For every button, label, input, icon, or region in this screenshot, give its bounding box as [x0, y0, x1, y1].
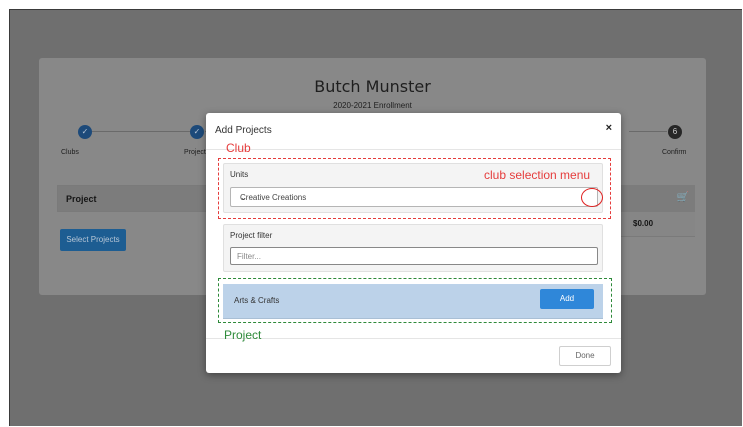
cart-icon: 🛒 [676, 192, 689, 203]
select-projects-button[interactable]: Select Projects [60, 229, 126, 251]
modal-title: Add Projects [215, 125, 272, 136]
project-column-label: Project [66, 194, 97, 204]
step-projects-check-icon: ✓ [190, 125, 204, 139]
done-button[interactable]: Done [559, 346, 611, 366]
cart-header: 🛒 [621, 185, 695, 212]
step-label-clubs: Clubs [61, 149, 79, 156]
enrollment-year: 2020-2021 Enrollment [333, 101, 412, 110]
modal-footer-divider [206, 338, 621, 339]
project-table-header: Project [57, 185, 217, 212]
project-annotation-box [218, 278, 612, 323]
close-icon[interactable]: × [606, 122, 612, 134]
modal-header-divider [206, 149, 621, 150]
project-filter-input[interactable] [230, 247, 598, 265]
club-selection-menu-annotation: club selection menu [484, 168, 591, 182]
step-connector [85, 131, 197, 132]
step-label-confirm: Confirm [662, 149, 687, 156]
project-filter-panel: Project filter [223, 224, 603, 272]
project-annotation-label: Project [224, 328, 262, 342]
project-filter-label: Project filter [230, 231, 273, 240]
dropdown-highlight-circle [581, 188, 603, 207]
step-clubs-check-icon: ✓ [78, 125, 92, 139]
club-annotation-label: Club [226, 141, 251, 155]
step-connector [629, 131, 667, 132]
add-projects-modal: Add Projects × Units Creative Creations … [206, 113, 621, 373]
step-confirm-number: 6 [668, 125, 682, 139]
total-amount: $0.00 [633, 219, 654, 228]
member-name: Butch Munster [314, 77, 431, 96]
total-row: $0.00 [621, 212, 695, 237]
